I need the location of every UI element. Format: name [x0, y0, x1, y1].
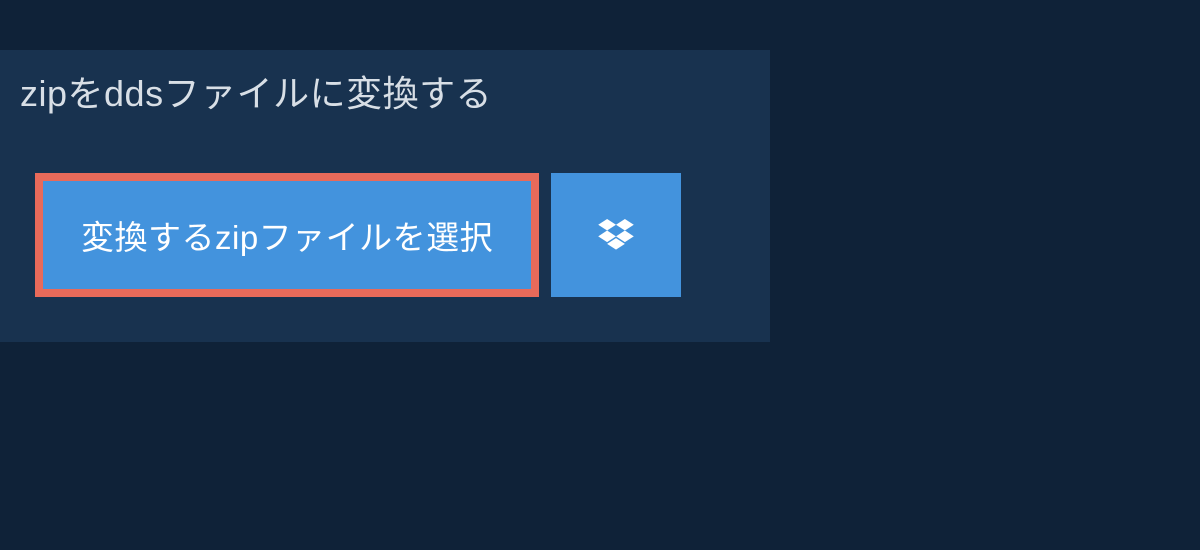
dropbox-button[interactable] [551, 173, 681, 297]
button-row: 変換するzipファイルを選択 [35, 173, 770, 297]
converter-panel: zipをddsファイルに変換する 変換するzipファイルを選択 [0, 50, 770, 342]
title-bar: zipをddsファイルに変換する [0, 50, 512, 135]
select-file-button[interactable]: 変換するzipファイルを選択 [35, 173, 539, 297]
select-file-label: 変換するzipファイルを選択 [81, 211, 493, 259]
page-title: zipをddsファイルに変換する [20, 73, 492, 114]
dropbox-icon [598, 219, 634, 251]
